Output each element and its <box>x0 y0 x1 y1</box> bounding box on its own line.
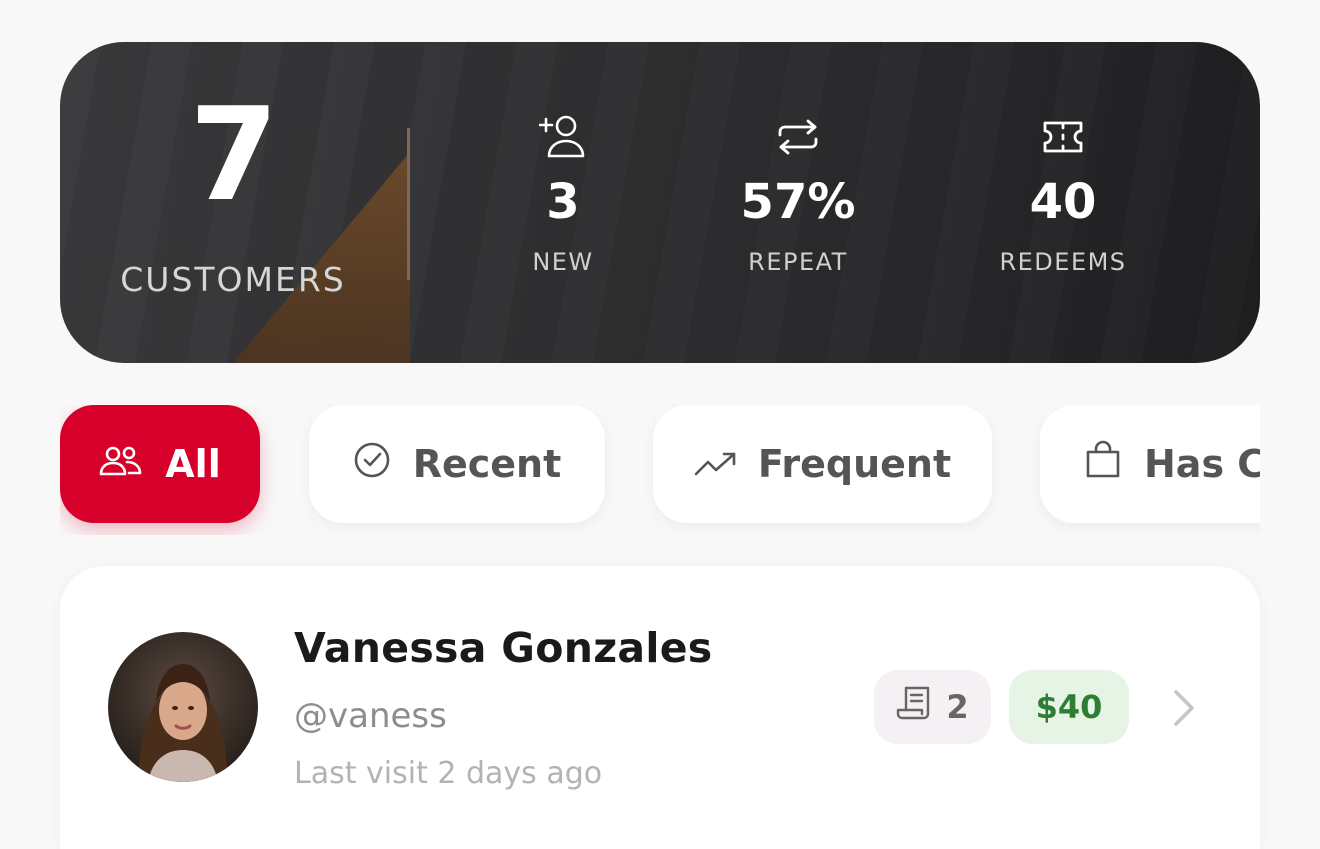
spend-amount: $40 <box>1035 688 1103 726</box>
filter-chip-frequent-label: Frequent <box>757 442 952 486</box>
filter-chip-frequent[interactable]: Frequent <box>653 405 992 523</box>
stat-redeems-value: 40 <box>1029 174 1097 230</box>
ticket-icon <box>1041 114 1085 160</box>
stat-redeems-label: REDEEMS <box>999 248 1127 276</box>
customers-count: 7 <box>189 81 278 230</box>
shopping-bag-icon <box>1084 440 1122 489</box>
filter-chip-all-label: All <box>165 442 221 486</box>
repeat-icon <box>776 114 820 160</box>
avatar <box>108 632 258 782</box>
filter-chip-all[interactable]: All <box>60 405 260 523</box>
filter-chips: All Recent Frequent Has C <box>60 405 1260 535</box>
stat-new: 3 NEW <box>463 114 663 276</box>
stat-new-value: 3 <box>546 174 580 230</box>
customer-last-visit: Last visit 2 days ago <box>294 756 603 791</box>
customer-card[interactable]: Vanessa Gonzales @vaness Last visit 2 da… <box>60 566 1260 849</box>
receipt-icon <box>896 686 932 728</box>
stats-divider <box>407 128 410 280</box>
stat-redeems: 40 REDEEMS <box>963 114 1163 276</box>
filter-chip-has-c-label: Has C <box>1144 442 1260 486</box>
orders-count: 2 <box>946 688 969 726</box>
users-icon <box>99 442 143 486</box>
stat-repeat-value: 57% <box>740 174 856 230</box>
trending-up-icon <box>694 442 736 486</box>
filter-chip-has-c[interactable]: Has C <box>1040 405 1260 523</box>
check-circle-icon <box>353 441 391 488</box>
stat-new-label: NEW <box>532 248 594 276</box>
stats-card: 7 CUSTOMERS 3 NEW 57% REPEAT 40 REDEEMS <box>60 42 1260 363</box>
user-plus-icon <box>539 114 587 160</box>
orders-badge: 2 <box>874 670 991 744</box>
filter-chip-recent-label: Recent <box>412 442 562 486</box>
customer-name: Vanessa Gonzales <box>294 624 713 672</box>
customers-label: CUSTOMERS <box>120 260 346 299</box>
stat-repeat: 57% REPEAT <box>698 114 898 276</box>
customer-handle: @vaness <box>294 696 447 736</box>
spend-badge: $40 <box>1009 670 1129 744</box>
chevron-right-icon[interactable] <box>1164 686 1204 730</box>
filter-chip-recent[interactable]: Recent <box>309 405 605 523</box>
stat-repeat-label: REPEAT <box>748 248 848 276</box>
